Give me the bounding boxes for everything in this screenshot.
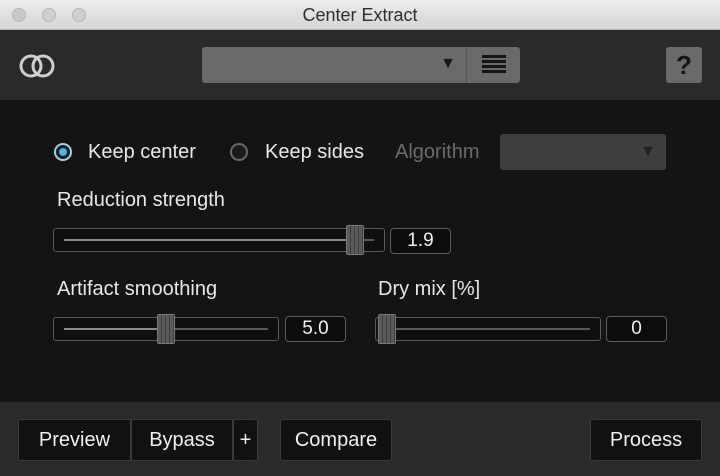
bypass-button[interactable]: Bypass (131, 419, 233, 461)
compare-button[interactable]: Compare (280, 419, 392, 461)
help-button[interactable]: ? (666, 47, 702, 83)
title-bar: Center Extract (0, 0, 720, 30)
reduction-strength-value[interactable]: 1.9 (390, 228, 451, 254)
slider-thumb[interactable] (157, 314, 175, 344)
triangle-down-icon: ▼ (440, 55, 456, 72)
keep-sides-radio[interactable] (230, 143, 248, 161)
algorithm-dropdown[interactable]: ▼ (500, 134, 666, 170)
dry-mix-label: Dry mix [%] (378, 278, 481, 300)
dry-mix-slider[interactable] (375, 314, 601, 344)
plugin-header: ▼ ? (0, 30, 720, 100)
keep-center-radio[interactable] (54, 143, 72, 161)
reduction-strength-label: Reduction strength (57, 189, 225, 211)
artifact-smoothing-value[interactable]: 5.0 (285, 316, 346, 342)
dry-mix-value[interactable]: 0 (606, 316, 667, 342)
reduction-strength-slider[interactable] (53, 225, 385, 255)
triangle-down-icon: ▼ (640, 143, 656, 160)
preset-menu-button[interactable] (466, 47, 520, 83)
artifact-smoothing-label: Artifact smoothing (57, 278, 218, 300)
slider-thumb[interactable] (345, 225, 364, 255)
bypass-plus-button[interactable]: + (233, 419, 258, 461)
keep-center-label[interactable]: Keep center (88, 141, 196, 164)
slider-thumb[interactable] (378, 314, 396, 344)
keep-sides-label[interactable]: Keep sides (265, 141, 364, 164)
dual-circle-logo-icon (19, 54, 55, 78)
algorithm-label: Algorithm (395, 141, 480, 163)
process-button[interactable]: Process (590, 419, 702, 461)
preset-dropdown[interactable]: ▼ (202, 47, 466, 83)
main-panel: Keep center Keep sides Algorithm ▼ Reduc… (0, 100, 720, 402)
preview-button[interactable]: Preview (18, 419, 131, 461)
window-title: Center Extract (302, 5, 418, 25)
artifact-smoothing-slider[interactable] (53, 314, 279, 344)
footer-bar: Preview Bypass + Compare Process (0, 402, 720, 476)
hamburger-menu-icon (482, 55, 506, 75)
